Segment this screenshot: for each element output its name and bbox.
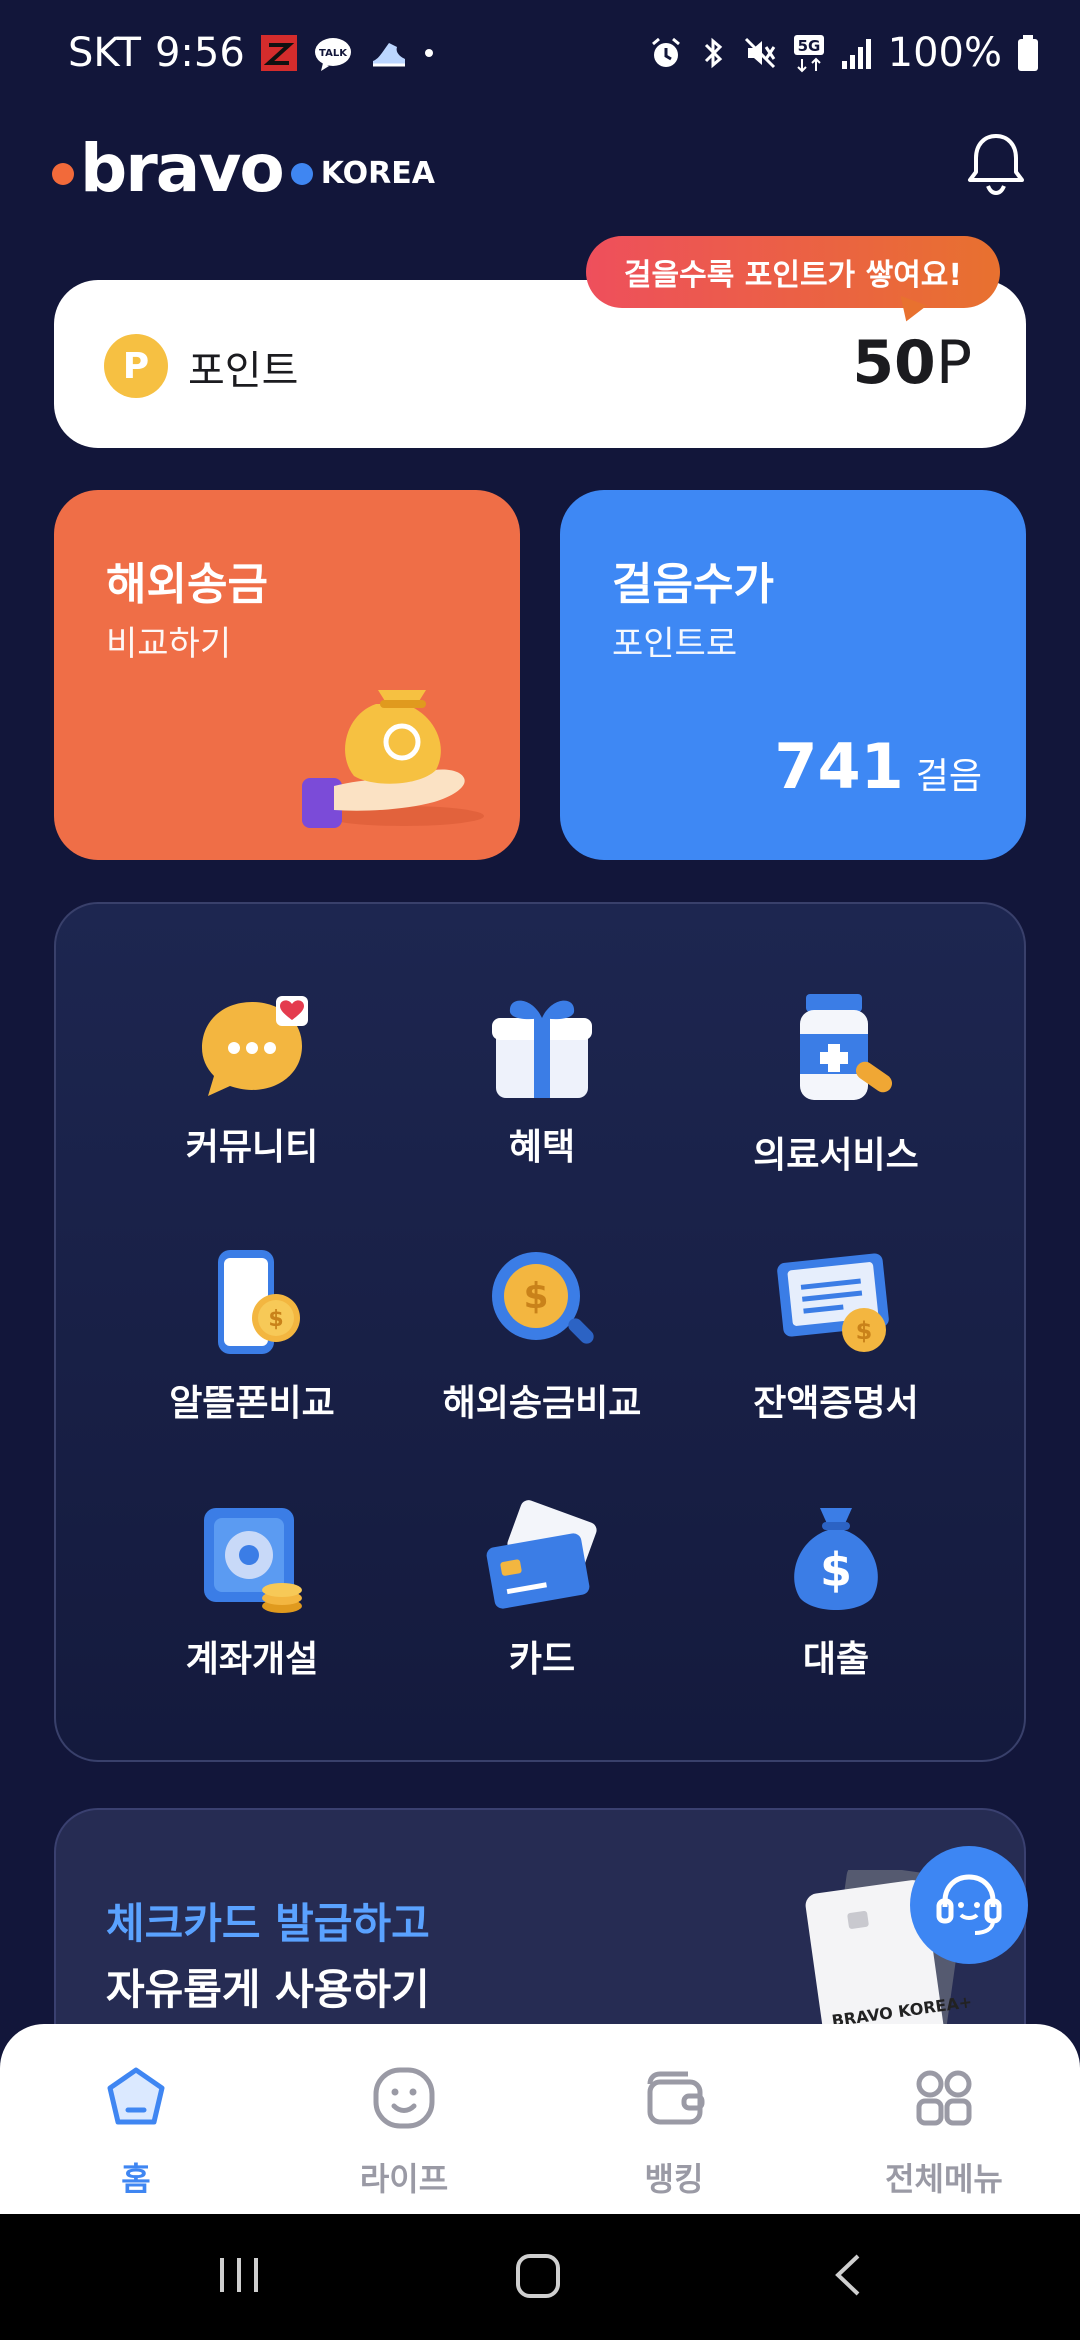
money-bag-hand-icon [294, 670, 494, 840]
medicine-bottle-icon [776, 988, 896, 1108]
promo-line-2: 자유롭게 사용하기 [106, 1965, 430, 2014]
bluetooth-icon [698, 35, 728, 71]
certificate-icon: $ [776, 1244, 896, 1364]
credit-card-icon [482, 1500, 602, 1620]
points-value: 50P [852, 328, 972, 398]
alarm-icon [648, 35, 684, 71]
menu-label: 잔액증명서 [753, 1383, 919, 1424]
carrier-label: SKT [68, 30, 141, 76]
menu-item-card[interactable]: 카드 [392, 1480, 692, 1700]
steps-points-card[interactable]: 걸음수가 포인트로 741 걸음 [560, 490, 1026, 860]
menu-label: 해외송금비교 [442, 1383, 642, 1424]
support-chat-button[interactable] [910, 1846, 1028, 1964]
bell-icon[interactable] [960, 128, 1032, 200]
svg-text:5G: 5G [797, 37, 820, 55]
shoe-icon [367, 33, 407, 73]
signal-icon [840, 35, 874, 71]
svg-text:TALK: TALK [319, 48, 348, 59]
svg-text:$: $ [268, 1307, 283, 1332]
menu-item-remit-compare[interactable]: $ 해외송금비교 [392, 1224, 692, 1444]
phone-coin-icon: $ [192, 1244, 312, 1364]
battery-icon [1016, 34, 1040, 72]
back-icon[interactable] [826, 2250, 876, 2304]
gift-icon [482, 988, 602, 1108]
logo-orange-dot [52, 163, 74, 185]
chat-bubble-icon [192, 988, 312, 1108]
service-menu-grid: 커뮤니티 혜택 의료서비스 $ 알뜰폰비교 $ 해외송금비교 $ 잔액증명서 계… [54, 902, 1026, 1762]
nav-label: 홈 [121, 2160, 151, 2198]
menu-label: 대출 [802, 1639, 870, 1680]
logo-word: bravo [80, 129, 285, 207]
nav-label: 전체메뉴 [885, 2160, 1003, 2198]
time-label: 9:56 [154, 30, 245, 76]
safe-icon [192, 1500, 312, 1620]
bottom-navigation: 홈 라이프 뱅킹 전체메뉴 [0, 2024, 1080, 2214]
menu-item-balance-certificate[interactable]: $ 잔액증명서 [686, 1224, 986, 1444]
menu-label: 카드 [508, 1639, 576, 1680]
status-bar: SKT 9:56 TALK 5G 100% [0, 0, 1080, 110]
menu-label: 커뮤니티 [185, 1127, 319, 1168]
steps-card-subtitle: 포인트로 [612, 624, 738, 664]
menu-item-medical[interactable]: 의료서비스 [686, 968, 986, 1188]
nav-label: 라이프 [359, 2160, 449, 2198]
mute-icon [742, 35, 778, 71]
menu-item-phone-compare[interactable]: $ 알뜰폰비교 [102, 1224, 402, 1444]
svg-text:$: $ [856, 1317, 873, 1345]
points-tooltip: 걸을수록 포인트가 쌓여요! [586, 236, 1000, 308]
battery-percent: 100% [887, 30, 1002, 76]
svg-text:$: $ [820, 1543, 852, 1597]
app-z-icon [259, 33, 299, 73]
dot-icon [421, 45, 437, 61]
point-coin-icon: P [104, 334, 168, 398]
points-label: 포인트 [188, 348, 299, 394]
menu-item-community[interactable]: 커뮤니티 [102, 968, 402, 1188]
menu-label: 알뜰폰비교 [169, 1383, 335, 1424]
smile-icon [370, 2064, 438, 2132]
menu-label: 혜택 [508, 1127, 576, 1168]
steps-card-title: 걸음수가 [612, 559, 774, 610]
nav-all-menu[interactable]: 전체메뉴 [844, 2050, 1044, 2200]
logo-suffix: KOREA [320, 155, 435, 191]
headset-support-icon [929, 1863, 1009, 1947]
wallet-icon [640, 2064, 708, 2132]
grid-menu-icon [910, 2064, 978, 2132]
remit-card-subtitle: 비교하기 [106, 624, 232, 664]
nav-life[interactable]: 라이프 [304, 2050, 504, 2200]
nav-home[interactable]: 홈 [36, 2050, 236, 2200]
money-bag-icon: $ [776, 1500, 896, 1620]
promo-line-1: 체크카드 발급하고 [106, 1899, 430, 1948]
step-count-unit: 걸음 [915, 756, 982, 797]
step-count: 741 걸음 [774, 730, 982, 803]
recent-apps-icon[interactable] [214, 2250, 264, 2304]
kakaotalk-icon: TALK [313, 33, 353, 73]
menu-label: 의료서비스 [753, 1135, 919, 1176]
remit-card-title: 해외송금 [106, 559, 268, 610]
system-navigation-bar [0, 2214, 1080, 2340]
logo-blue-dot [290, 163, 313, 185]
home-button-icon[interactable] [512, 2250, 568, 2310]
step-count-value: 741 [774, 730, 904, 803]
coin-search-icon: $ [482, 1244, 602, 1364]
menu-item-loan[interactable]: $ 대출 [686, 1480, 986, 1700]
menu-item-open-account[interactable]: 계좌개설 [102, 1480, 402, 1700]
remit-compare-card[interactable]: 해외송금 비교하기 [54, 490, 520, 860]
menu-item-benefits[interactable]: 혜택 [392, 968, 692, 1188]
bravo-korea-logo: bravo KOREA [52, 128, 435, 208]
home-icon [102, 2064, 170, 2132]
5g-icon: 5G [792, 33, 826, 73]
nav-banking[interactable]: 뱅킹 [574, 2050, 774, 2200]
menu-label: 계좌개설 [185, 1639, 319, 1680]
svg-text:$: $ [523, 1276, 548, 1317]
nav-label: 뱅킹 [644, 2160, 704, 2198]
